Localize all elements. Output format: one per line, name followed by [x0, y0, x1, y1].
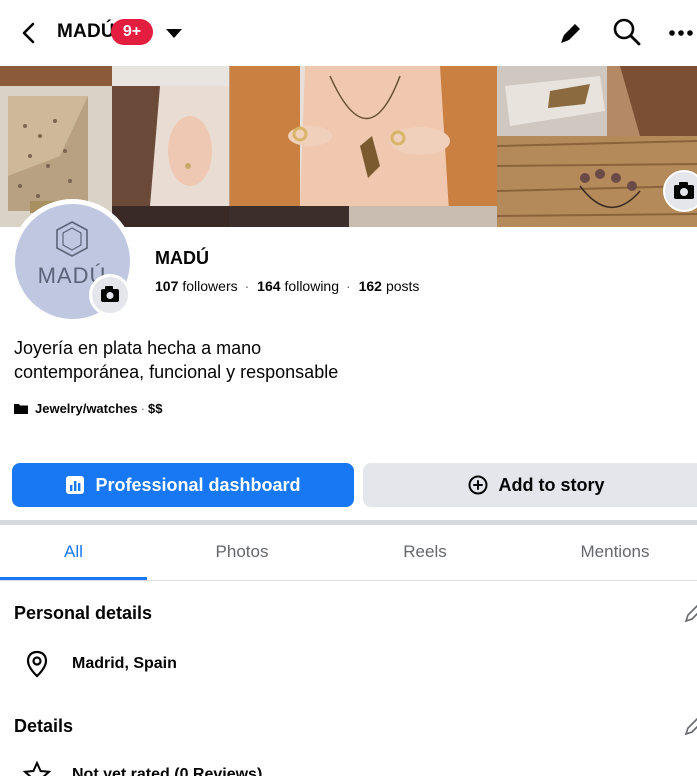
tab-all[interactable]: All	[0, 525, 147, 580]
tab-mentions[interactable]: Mentions	[540, 525, 690, 580]
rating-text: Not yet rated (0 Reviews)	[72, 766, 263, 776]
location-pin-icon	[26, 650, 48, 678]
add-story-label: Add to story	[498, 474, 605, 495]
following-count[interactable]: 164	[257, 278, 280, 294]
page-title[interactable]: MADÚ	[57, 21, 115, 43]
chevron-down-icon[interactable]	[163, 24, 185, 42]
profile-tabs: All Photos Reels Mentions	[0, 525, 697, 581]
posts-count: 162	[358, 278, 382, 294]
followers-label[interactable]: followers	[182, 278, 237, 294]
avatar-camera-button[interactable]	[89, 274, 131, 316]
bio-line: contemporánea, funcional y responsable	[14, 362, 339, 382]
star-icon	[22, 760, 52, 776]
notification-badge[interactable]: 9+	[111, 19, 153, 45]
price-range: $$	[147, 401, 163, 416]
add-to-story-button[interactable]: Add to story	[363, 463, 697, 507]
search-icon[interactable]	[611, 16, 643, 48]
dashboard-label: Professional dashboard	[95, 474, 301, 495]
details-title: Details	[14, 716, 74, 736]
profile-stats: 107 followers · 164 following · 162 posts	[155, 278, 420, 294]
personal-details-title: Personal details	[14, 603, 153, 623]
location-text: Madrid, Spain	[72, 655, 177, 672]
back-arrow-icon[interactable]	[14, 18, 44, 48]
bio-line: Joyería en plata hecha a mano	[14, 338, 262, 358]
folder-icon	[14, 404, 28, 414]
dashboard-icon	[66, 476, 85, 494]
category-line: Jewelry/watches · $$	[14, 401, 162, 416]
posts-label: posts	[385, 278, 420, 294]
more-options-icon[interactable]	[668, 20, 697, 46]
add-story-icon	[468, 475, 487, 495]
followers-count[interactable]: 107	[155, 278, 178, 294]
tab-reels[interactable]: Reels	[350, 525, 500, 580]
camera-icon	[101, 286, 119, 302]
active-tab-indicator	[0, 577, 147, 580]
category-label: Jewelry/watches	[35, 401, 138, 416]
cover-camera-button[interactable]	[663, 170, 697, 212]
rating-row: Not yet rated (0 Reviews)	[22, 760, 262, 776]
location-row: Madrid, Spain	[22, 649, 177, 679]
edit-pencil-icon[interactable]	[683, 717, 697, 737]
cover-collage-image	[0, 66, 697, 227]
pencil-icon[interactable]	[556, 18, 586, 48]
edit-pencil-icon[interactable]	[683, 604, 697, 624]
profile-name: MADÚ	[155, 248, 209, 268]
profile-bio: Joyería en plata hecha a mano contemporá…	[14, 336, 474, 384]
professional-dashboard-button[interactable]: Professional dashboard	[12, 463, 354, 507]
top-bar: MADÚ 9+	[0, 0, 697, 66]
cover-photo[interactable]	[0, 66, 697, 227]
following-label[interactable]: following	[285, 278, 339, 294]
tab-photos[interactable]: Photos	[167, 525, 317, 580]
camera-icon	[674, 182, 694, 199]
